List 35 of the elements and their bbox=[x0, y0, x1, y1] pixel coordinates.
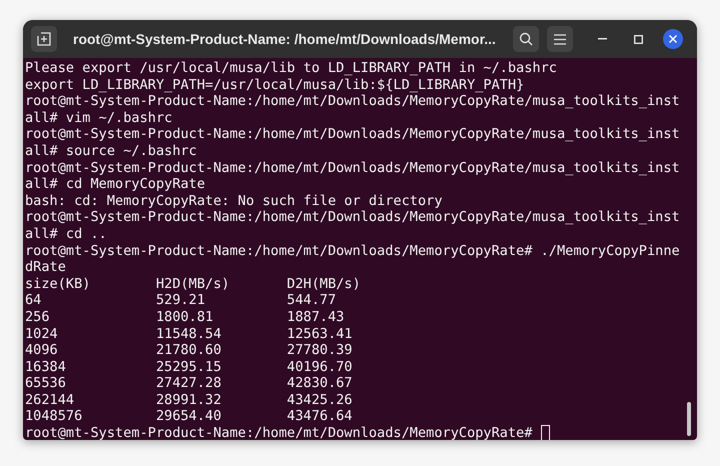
terminal-line: bash: cd: MemoryCopyRate: No such file or directory bbox=[25, 192, 442, 209]
close-icon bbox=[669, 35, 677, 43]
menu-button[interactable] bbox=[547, 26, 573, 52]
terminal-line: 16384 25295.15 40196.70 bbox=[25, 358, 352, 375]
menu-icon bbox=[554, 34, 566, 44]
new-tab-button[interactable] bbox=[31, 26, 57, 52]
terminal-line: 65536 27427.28 42830.67 bbox=[25, 375, 352, 392]
maximize-icon bbox=[634, 34, 642, 44]
terminal-line: root@mt-System-Product-Name:/home/mt/Downloads/MemoryCopyRate/musa_toolkits_inst bbox=[25, 160, 680, 176]
search-button[interactable] bbox=[513, 26, 539, 52]
new-tab-icon bbox=[37, 32, 51, 46]
terminal-line: export LD_LIBRARY_PATH=/usr/local/musa/lib:${LD_LIBRARY_PATH} bbox=[25, 76, 524, 93]
minimize-icon bbox=[598, 38, 606, 40]
terminal-line: all# vim ~/.bashrc bbox=[25, 110, 172, 126]
search-icon bbox=[519, 32, 533, 46]
scrollbar[interactable] bbox=[687, 402, 691, 436]
terminal-line: all# source ~/.bashrc bbox=[25, 142, 197, 159]
terminal-line: 1048576 29654.40 43476.64 bbox=[25, 408, 352, 424]
terminal-line: size(KB) H2D(MB/s) D2H(MB/s) bbox=[25, 276, 361, 292]
terminal-line: 1024 11548.54 12563.41 bbox=[25, 326, 352, 342]
terminal-line: all# cd .. bbox=[25, 226, 107, 242]
prompt-line: root@mt-System-Product-Name:/home/mt/Downloads/MemoryCopyRate# bbox=[25, 425, 532, 440]
terminal-line: 4096 21780.60 27780.39 bbox=[25, 342, 352, 358]
terminal-line: Please export /usr/local/musa/lib to LD_LIBRARY_PATH in ~/.bashrc bbox=[25, 60, 557, 76]
terminal-line: all# cd MemoryCopyRate bbox=[25, 176, 206, 192]
window-title: root@mt-System-Product-Name: /home/mt/Downloads/Memor... bbox=[73, 30, 497, 49]
terminal-line: 256 1800.81 1887.43 bbox=[25, 308, 344, 325]
terminal-line: 64 529.21 544.77 bbox=[25, 292, 336, 308]
terminal-line: root@mt-System-Product-Name:/home/mt/Downloads/MemoryCopyRate# ./MemoryCopyPinne bbox=[25, 242, 680, 259]
terminal-line: dRate bbox=[25, 259, 66, 276]
terminal-line: 262144 28991.32 43425.26 bbox=[25, 392, 352, 408]
close-button[interactable] bbox=[663, 29, 683, 49]
terminal-line: root@mt-System-Product-Name:/home/mt/Downloads/MemoryCopyRate/musa_toolkits_inst bbox=[25, 209, 680, 226]
terminal-line: root@mt-System-Product-Name:/home/mt/Downloads/MemoryCopyRate/musa_toolkits_inst bbox=[25, 93, 680, 110]
terminal-line: root@mt-System-Product-Name:/home/mt/Downloads/MemoryCopyRate/musa_toolkits_inst bbox=[25, 126, 680, 142]
